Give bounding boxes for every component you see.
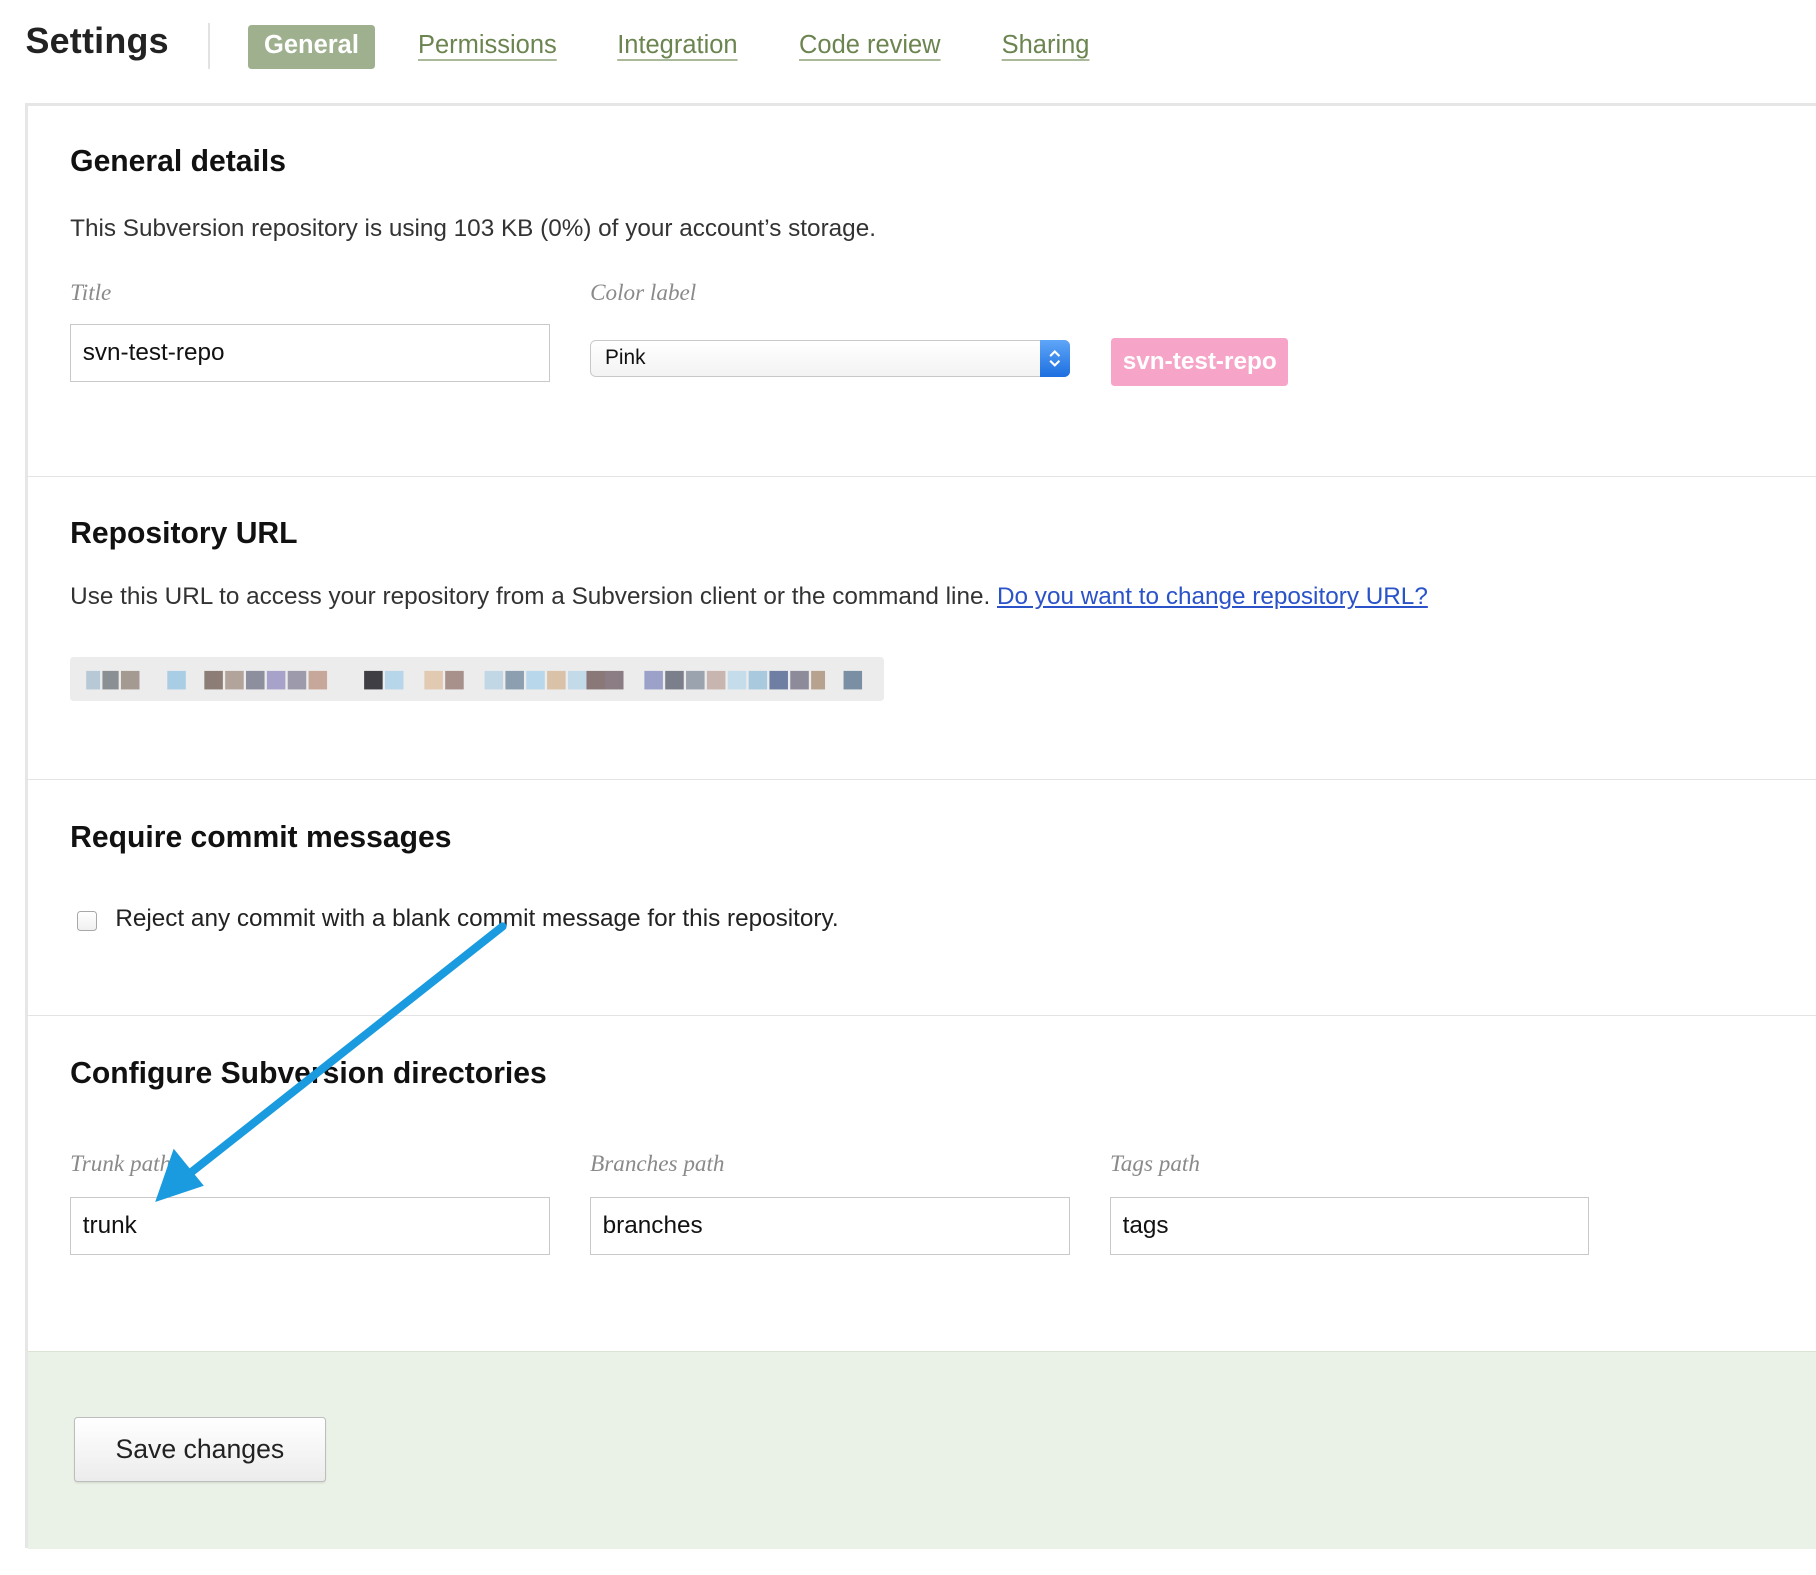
page-root: Settings General Permissions Integration…: [0, 0, 1816, 1575]
trunk-path-label: Trunk path: [70, 1150, 172, 1177]
tags-path-label: Tags path: [1110, 1150, 1200, 1177]
trunk-path-input[interactable]: trunk: [70, 1196, 550, 1255]
commit-messages-heading: Require commit messages: [70, 820, 452, 854]
tab-code-review[interactable]: Code review: [799, 25, 941, 69]
general-details-heading: General details: [70, 145, 286, 179]
settings-panel: General details This Subversion reposito…: [25, 103, 1816, 1549]
page-title: Settings: [25, 20, 169, 61]
repository-url-description: Use this URL to access your repository f…: [70, 583, 1428, 611]
title-label: Title: [70, 279, 112, 306]
reject-blank-commit-checkbox[interactable]: [77, 910, 97, 931]
branches-path-label: Branches path: [590, 1150, 725, 1177]
settings-header: Settings General Permissions Integration…: [0, 0, 1816, 93]
repository-url-section: Repository URL Use this URL to access yo…: [28, 477, 1816, 780]
redacted-url-pixels: [86, 671, 863, 690]
color-label-label: Color label: [590, 279, 697, 306]
svn-directories-heading: Configure Subversion directories: [70, 1056, 547, 1090]
svn-directories-section: Configure Subversion directories Trunk p…: [28, 1016, 1815, 1351]
color-label-selected: Pink: [604, 345, 646, 369]
repository-url-heading: Repository URL: [70, 517, 298, 551]
tab-integration[interactable]: Integration: [617, 25, 737, 69]
commit-messages-section: Require commit messages Reject any commi…: [28, 780, 1816, 1017]
branches-path-input[interactable]: branches: [590, 1196, 1070, 1255]
storage-usage-text: This Subversion repository is using 103 …: [70, 214, 876, 242]
title-input[interactable]: svn-test-repo: [70, 323, 550, 382]
tab-permissions[interactable]: Permissions: [418, 25, 557, 69]
repository-url-description-text: Use this URL to access your repository f…: [70, 583, 991, 611]
repository-url-field-redacted[interactable]: [70, 657, 885, 702]
reject-blank-commit-label[interactable]: Reject any commit with a blank commit me…: [115, 905, 838, 933]
form-footer: Save changes: [28, 1350, 1816, 1549]
color-label-preview-badge: svn-test-repo: [1111, 337, 1289, 387]
tab-sharing[interactable]: Sharing: [1002, 25, 1090, 69]
general-details-section: General details This Subversion reposito…: [28, 106, 1816, 477]
color-label-select[interactable]: Pink: [590, 339, 1070, 377]
save-changes-button[interactable]: Save changes: [73, 1416, 327, 1482]
change-repository-url-link[interactable]: Do you want to change repository URL?: [997, 583, 1428, 610]
select-arrows-icon: [1039, 339, 1070, 377]
header-divider: [208, 23, 210, 70]
tags-path-input[interactable]: tags: [1110, 1196, 1590, 1255]
tab-general[interactable]: General: [247, 25, 376, 70]
